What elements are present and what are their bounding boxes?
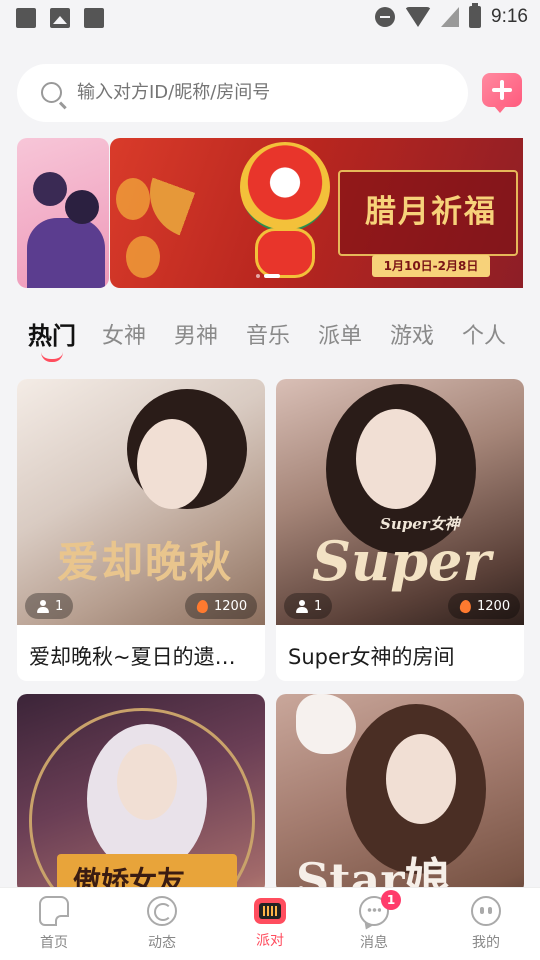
notification-icons [16,8,104,28]
room-card[interactable]: Super女神 Super 1 1200 Super女神的房间 [276,379,524,681]
nav-party[interactable]: 派对 [230,896,310,950]
tab-personal[interactable]: 个人 [462,318,506,350]
system-icons: 9:16 [375,3,528,28]
heat-count: 1200 [477,598,511,614]
profile-icon [471,896,501,926]
fire-icon [459,598,472,614]
tab-hot[interactable]: 热门 [28,316,76,351]
ribbon-shape [296,694,356,754]
tab-music[interactable]: 音乐 [246,318,290,350]
banner-dot-active [264,274,280,278]
message-dots [367,908,381,912]
face-shape [386,734,456,824]
member-count: 1 [314,598,323,614]
room-cover-image: Super女神 Super 1 1200 [276,379,524,625]
room-card[interactable]: 傲娇女友 [17,694,265,894]
party-icon [254,898,286,924]
nav-label: 派对 [256,933,284,949]
clock: 9:16 [491,6,528,27]
unread-badge: 1 [381,890,401,910]
tab-games[interactable]: 游戏 [390,318,434,350]
banner-date: 1月10日-2月8日 [372,255,490,277]
room-card[interactable]: Star娘 [276,694,524,894]
user-icon [296,599,308,613]
couple-illustration [27,218,105,288]
home-icon [39,896,69,926]
user-icon [37,599,49,613]
fan-decoration [150,148,240,238]
create-room-button[interactable] [482,73,522,113]
banner-slide-previous[interactable] [17,138,109,288]
plus-icon [492,80,512,100]
cover-watermark: Super [312,529,491,593]
lantern-decoration [126,236,160,278]
lion-dance-body [255,228,315,278]
face-shape [137,419,207,509]
member-count-badge: 1 [284,593,333,619]
square-notification-icon [84,8,104,28]
lantern-decoration [116,178,150,220]
nav-dynamic[interactable]: 动态 [122,896,202,952]
nav-label: 消息 [360,935,388,951]
room-cover-image: 傲娇女友 [17,694,265,894]
heat-badge: 1200 [185,593,258,619]
banner-slide-current[interactable]: 腊月祈福 1月10日-2月8日 [110,138,523,288]
nav-label: 我的 [472,935,500,951]
banner-indicator [256,274,280,278]
banner-title: 腊月祈福 [365,194,497,230]
nav-messages[interactable]: 1 消息 [334,890,414,952]
room-card[interactable]: 爱却晚秋 1 1200 爱却晚秋~夏日的遗… [17,379,265,681]
active-tab-indicator [41,352,63,362]
nav-home[interactable]: 首页 [14,896,94,952]
dynamic-icon [147,896,177,926]
bottom-nav: 首页 动态 派对 1 消息 我的 [0,887,540,960]
room-cover-image: Star娘 [276,694,524,894]
category-tabs: 热门 女神 男神 音乐 派单 游戏 个人 [0,318,540,364]
tab-goddess[interactable]: 女神 [102,318,146,350]
lion-dance-illustration [240,142,330,232]
nav-profile[interactable]: 我的 [446,896,526,952]
cover-watermark: 爱却晚秋 [57,538,234,587]
room-title: 爱却晚秋~夏日的遗… [29,645,236,669]
face-shape [117,744,177,820]
square-notification-icon [16,8,36,28]
banner-dot [256,274,260,278]
fire-icon [196,598,209,614]
status-bar: 9:16 [0,0,540,36]
boy-head [33,172,67,206]
message-icon: 1 [359,890,401,926]
dnd-icon [375,7,396,27]
no-signal-icon [441,7,460,27]
battery-charging-icon [469,3,482,28]
member-count: 1 [55,598,64,614]
room-cover-image: 爱却晚秋 1 1200 [17,379,265,625]
nav-label: 首页 [40,935,68,951]
nav-label: 动态 [148,935,176,951]
search-icon [41,82,62,103]
wifi-icon [405,7,432,27]
search-bar[interactable] [17,64,468,122]
tab-dispatch[interactable]: 派单 [318,318,362,350]
girl-head [65,190,99,224]
room-title: Super女神的房间 [288,645,455,669]
search-input[interactable] [77,82,447,103]
face-shape [356,409,436,509]
tab-male-god[interactable]: 男神 [174,318,218,350]
image-notification-icon [50,8,70,28]
heat-count: 1200 [214,598,248,614]
heat-badge: 1200 [448,593,521,619]
member-count-badge: 1 [25,593,74,619]
